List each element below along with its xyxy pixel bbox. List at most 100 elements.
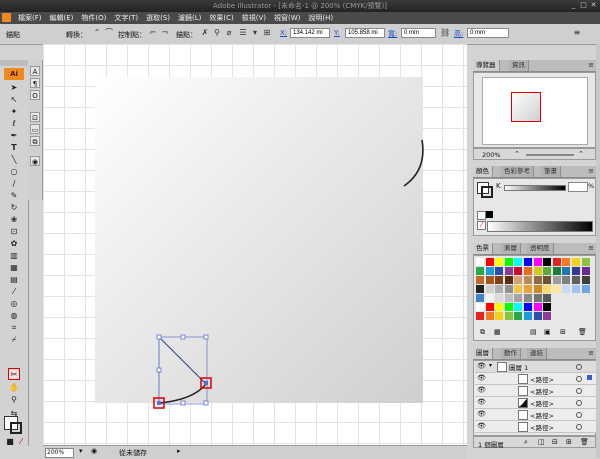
layer-row[interactable]: 👁 ▾ 圖層 1 xyxy=(475,361,596,373)
color-swatch[interactable] xyxy=(524,267,532,275)
color-swatch[interactable] xyxy=(504,294,513,302)
color-swatch[interactable] xyxy=(543,303,552,311)
blend-tool-icon[interactable]: ◎ xyxy=(8,298,20,310)
symbol-sprayer-tool-icon[interactable]: ✿ xyxy=(8,238,20,250)
x-field[interactable] xyxy=(290,28,330,38)
eyedropper-tool-icon[interactable]: ⁄ xyxy=(8,286,20,298)
type-tool-icon[interactable]: T xyxy=(8,142,20,154)
color-swatch[interactable] xyxy=(524,312,532,320)
crop-area-tool-icon[interactable]: ⌗ xyxy=(8,322,20,334)
color-swatch[interactable] xyxy=(485,267,494,275)
color-swatch[interactable] xyxy=(504,285,513,293)
path-name[interactable]: <路徑> xyxy=(530,386,554,396)
color-swatch[interactable] xyxy=(514,312,523,320)
tab-color[interactable]: 顏色 xyxy=(473,166,493,177)
layer-item-row[interactable]: 👁 <路徑> xyxy=(475,385,596,397)
free-transform-tool-icon[interactable]: ⊡ xyxy=(8,226,20,238)
width-label[interactable]: 寬: xyxy=(388,29,397,39)
live-paint-tool-icon[interactable]: ◍ xyxy=(8,310,20,322)
white-swatch[interactable] xyxy=(477,211,486,220)
color-swatch[interactable] xyxy=(514,258,523,266)
new-swatch-icon[interactable]: ⊞ xyxy=(560,328,566,336)
color-swatch[interactable] xyxy=(543,276,552,284)
anchor-point[interactable] xyxy=(204,381,208,385)
convert-corner-icon[interactable]: ⌃ xyxy=(92,28,102,38)
color-swatch[interactable] xyxy=(514,294,523,302)
pen-tool-icon[interactable]: ✒ xyxy=(8,130,20,142)
color-swatch[interactable] xyxy=(495,276,504,284)
color-swatch[interactable] xyxy=(572,258,580,266)
color-swatch[interactable] xyxy=(495,258,504,266)
menu-select[interactable]: 選取(S) xyxy=(142,13,174,23)
color-swatch[interactable] xyxy=(485,312,494,320)
color-swatch[interactable] xyxy=(543,258,552,266)
color-swatch[interactable] xyxy=(476,294,484,302)
color-swatch[interactable] xyxy=(514,276,523,284)
color-swatch[interactable] xyxy=(495,285,504,293)
zoom-dropdown-icon[interactable]: ▾ xyxy=(79,447,83,455)
k-value-field[interactable] xyxy=(568,182,588,192)
column-graph-tool-icon[interactable]: ▥ xyxy=(8,250,20,262)
cut-path-icon[interactable]: ⌀ xyxy=(224,28,234,38)
navigator-zoom-value[interactable]: 200% xyxy=(482,151,501,159)
color-swatch[interactable] xyxy=(514,285,523,293)
bbox-handle[interactable] xyxy=(203,334,209,340)
layer-item-row[interactable]: 👁 <路徑> xyxy=(475,373,596,385)
color-swatch[interactable] xyxy=(485,294,494,302)
swatch-options-icon[interactable]: ▤ xyxy=(530,328,537,336)
swatch-library-icon[interactable]: ⧉ xyxy=(480,328,485,337)
remove-anchor-icon[interactable]: ✗ xyxy=(200,28,210,38)
stroke-color-icon[interactable] xyxy=(10,422,22,434)
selected-indicator-icon[interactable] xyxy=(587,375,592,380)
tab-layers[interactable]: 圖層 xyxy=(473,348,493,359)
visibility-eye-icon[interactable]: 👁 xyxy=(477,422,486,430)
menu-window[interactable]: 視窗(W) xyxy=(270,13,304,23)
menu-view[interactable]: 檢視(V) xyxy=(238,13,270,23)
panel-options-icon[interactable]: ≡ xyxy=(572,28,582,38)
mesh-tool-icon[interactable]: ▦ xyxy=(8,262,20,274)
appearance-panel-icon[interactable]: ◉ xyxy=(30,156,40,166)
color-swatch[interactable] xyxy=(552,258,561,266)
y-label[interactable]: Y: xyxy=(334,29,340,37)
color-swatch[interactable] xyxy=(504,303,513,311)
bbox-handle[interactable] xyxy=(203,400,209,406)
color-swatch[interactable] xyxy=(476,258,484,266)
target-circle-icon[interactable] xyxy=(576,424,582,430)
tab-color-guide[interactable]: 色彩參考 xyxy=(501,166,534,177)
visibility-eye-icon[interactable]: 👁 xyxy=(477,398,486,406)
color-swatch[interactable] xyxy=(533,276,542,284)
maximize-button[interactable]: □ xyxy=(579,1,588,10)
color-swatch[interactable] xyxy=(495,312,504,320)
target-circle-icon[interactable] xyxy=(576,388,582,394)
color-swatch[interactable] xyxy=(524,303,532,311)
color-swatch[interactable] xyxy=(485,285,494,293)
color-swatch[interactable] xyxy=(552,285,561,293)
magic-wand-tool-icon[interactable]: ✦ xyxy=(8,106,20,118)
anchor-point[interactable] xyxy=(157,401,161,405)
zoom-tool-icon[interactable]: ⚲ xyxy=(8,394,20,406)
selected-curve-path[interactable] xyxy=(158,383,207,404)
convert-smooth-icon[interactable]: ⌒ xyxy=(104,28,114,38)
menu-type[interactable]: 文字(T) xyxy=(110,13,142,23)
scissors-tool-icon[interactable]: ✂ xyxy=(8,368,20,380)
line-tool-icon[interactable]: ╲ xyxy=(8,154,20,166)
color-swatch[interactable] xyxy=(476,267,484,275)
target-circle-icon[interactable] xyxy=(576,412,582,418)
color-swatch[interactable] xyxy=(533,285,542,293)
layer-name[interactable]: 圖層 1 xyxy=(509,362,528,372)
clipping-mask-icon[interactable]: ◫ xyxy=(538,438,545,446)
color-swatch[interactable] xyxy=(476,285,484,293)
paragraph-panel-icon[interactable]: ¶ xyxy=(30,78,40,88)
rotate-tool-icon[interactable]: ↻ xyxy=(8,202,20,214)
x-label[interactable]: X: xyxy=(280,29,287,37)
opentype-panel-icon[interactable]: O xyxy=(30,90,40,100)
pencil-tool-icon[interactable]: ✎ xyxy=(8,190,20,202)
color-swatch[interactable] xyxy=(581,276,590,284)
visibility-eye-icon[interactable]: 👁 xyxy=(477,386,486,394)
color-swatch[interactable] xyxy=(581,285,590,293)
tab-gradient[interactable]: 漸層 xyxy=(501,243,521,254)
zoom-field[interactable]: 200% xyxy=(45,448,74,458)
color-swatch[interactable] xyxy=(495,267,504,275)
toolbar-grip[interactable] xyxy=(0,60,28,66)
height-field[interactable] xyxy=(467,28,509,38)
